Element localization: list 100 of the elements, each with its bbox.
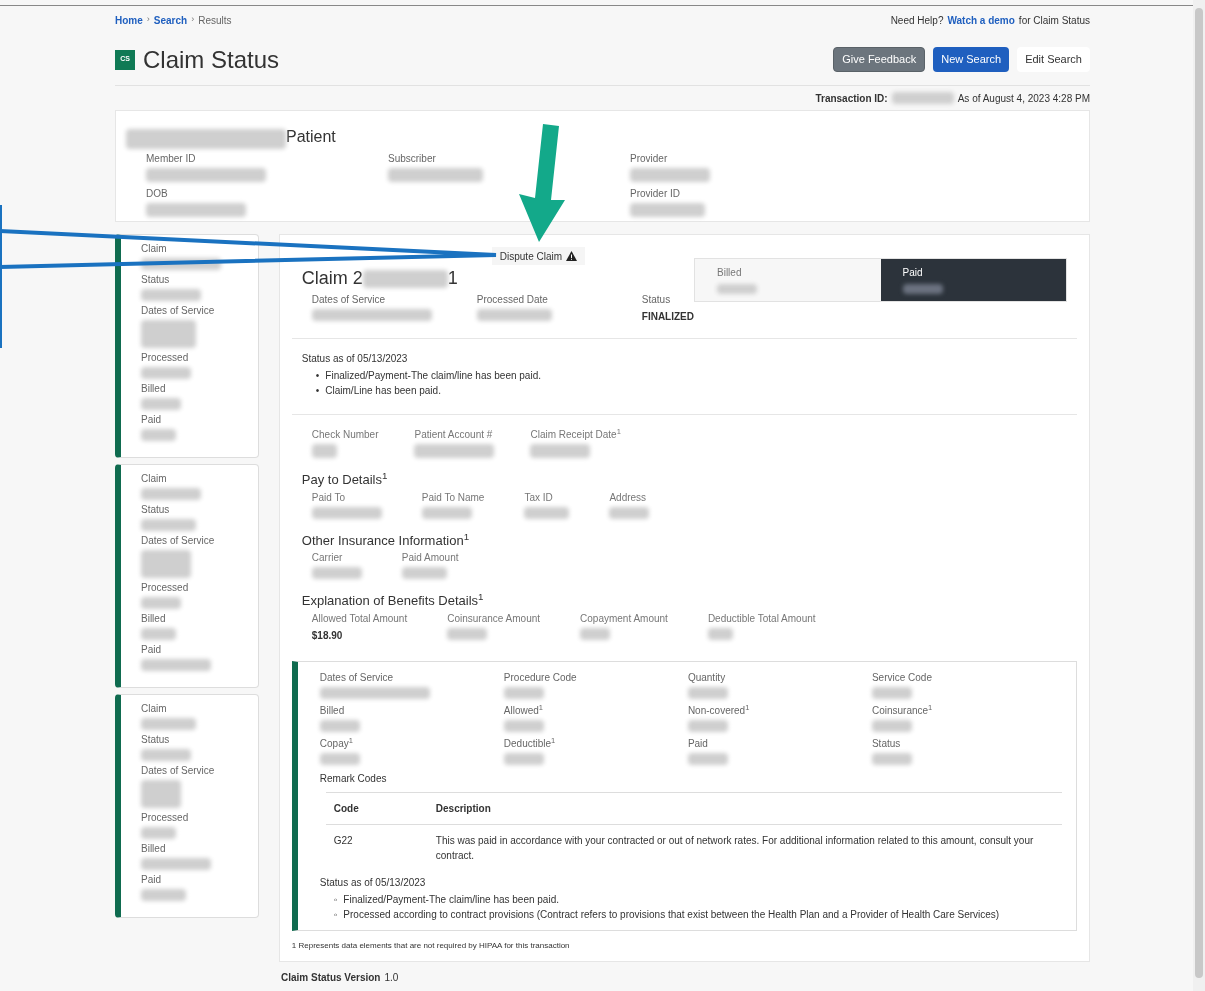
redacted-value — [902, 284, 943, 294]
field-label: Dates of Service — [141, 534, 216, 548]
field-label: Paid To — [311, 490, 346, 505]
field-label: Billed — [141, 612, 167, 626]
version-number: 1.0 — [384, 970, 399, 985]
redacted-value — [401, 567, 447, 579]
field-label: Subscriber — [388, 152, 437, 166]
bullet: ◦ — [333, 907, 338, 922]
redacted-value — [871, 719, 912, 732]
redacted-value — [141, 659, 211, 671]
field-label: Status — [141, 733, 171, 747]
status-item: Claim/Line has been paid. — [325, 384, 441, 398]
field-label: Non-covered$^{1}$ — [687, 702, 751, 718]
remark-heading: Remark Codes — [319, 771, 388, 786]
redacted-value — [687, 686, 728, 699]
amount-value: $18.90 — [311, 628, 344, 643]
total-label: Billed — [717, 266, 743, 280]
redacted-value — [141, 367, 191, 379]
header-button[interactable]: New Search — [933, 47, 1010, 72]
field-label: Copay$^{1}$ — [319, 735, 354, 751]
redacted-value — [141, 749, 191, 761]
redacted-value — [580, 627, 611, 640]
redacted-value — [141, 550, 191, 578]
field-label: Service Code — [871, 670, 933, 685]
field-label: Paid — [141, 413, 162, 427]
status-heading: Status as of 05/13/2023 — [301, 353, 408, 364]
field-label: Deductible Total Amount — [707, 611, 816, 626]
as-of-date: As of August 4, 2023 4:28 PM — [957, 91, 1090, 106]
field-label: Provider ID — [630, 187, 681, 201]
header-button[interactable]: Edit Search — [1017, 47, 1090, 72]
dispute-button[interactable]: Dispute Claim — [491, 247, 586, 265]
field-label: Patient Account # — [414, 428, 494, 442]
redacted-value — [141, 320, 196, 348]
redacted-value — [319, 752, 360, 765]
column-header: Code — [325, 792, 436, 824]
field-label: Dates of Service — [141, 764, 216, 778]
patient-heading: Patient — [286, 127, 336, 147]
demo-link[interactable]: Watch a demo — [947, 12, 1015, 28]
page-title: Claim Status — [143, 44, 280, 75]
breadcrumb-separator: › — [146, 13, 150, 27]
bullet: ◦ — [333, 892, 338, 907]
redacted-value — [141, 289, 201, 301]
field-label: Carrier — [311, 551, 344, 565]
status-heading: Status as of 05/13/2023 — [319, 875, 427, 890]
redacted-value — [141, 780, 181, 808]
field-label: Status — [141, 273, 171, 287]
claim-card[interactable]: Claim Status Dates of Service Processed Billed Paid — [115, 464, 259, 688]
column-header: Description — [435, 792, 1062, 824]
claim-title: Claim 2 — [301, 267, 363, 290]
claim-card[interactable]: Claim Status Dates of Service Processed Billed Paid — [115, 694, 259, 918]
field-label: Billed — [319, 703, 346, 718]
redacted-value — [141, 858, 211, 870]
redacted-value — [141, 597, 181, 609]
field-label: Quantity — [687, 670, 727, 685]
header-button[interactable]: Give Feedback — [833, 47, 926, 72]
transaction-label: Transaction ID: — [815, 91, 888, 106]
field-label: Procedure Code — [503, 670, 578, 685]
field-label: Status — [871, 736, 902, 751]
field-label: Tax ID — [524, 490, 554, 505]
redacted-value — [687, 719, 728, 732]
bullet: • — [315, 384, 320, 398]
redacted-value — [717, 284, 757, 294]
help-text: Need Help? — [890, 13, 944, 28]
field-label: Coinsurance$^{1}$ — [871, 702, 934, 718]
redacted-value — [503, 686, 544, 699]
breadcrumb-separator: › — [191, 13, 195, 27]
table-cell: This was paid in accordance with your contracted or out of network rates. For additional information related to this amount, consult your contract. — [435, 824, 1062, 871]
status-item: Finalized/Payment-The claim/line has been paid. — [325, 369, 541, 383]
field-label: Status — [641, 293, 672, 307]
breadcrumb-link[interactable]: Search — [153, 12, 188, 28]
field-label: Provider — [630, 152, 669, 166]
status-item: Finalized/Payment-The claim/line has been paid. — [343, 892, 559, 907]
redacted-value — [530, 444, 591, 458]
field-label: Billed — [141, 382, 167, 396]
redacted-value — [141, 488, 201, 500]
field-label: Processed — [141, 351, 190, 365]
redacted-value — [311, 444, 337, 458]
redacted-value — [871, 752, 912, 765]
status-item: Processed according to contract provisions (Contract refers to provisions that exist between the Health Plan and a Provider of Health Care Services) — [343, 907, 1000, 922]
field-label: Copayment Amount — [580, 611, 668, 626]
breadcrumb-current: Results — [198, 13, 232, 28]
field-label: Allowed Total Amount — [311, 611, 408, 626]
field-label: Address — [609, 490, 648, 505]
help-text: for Claim Status — [1018, 13, 1090, 28]
redacted-value — [141, 398, 181, 410]
total-label: Paid — [902, 266, 924, 280]
field-label: Deductible$^{1}$ — [503, 735, 557, 751]
field-label: Processed — [141, 581, 190, 595]
redacted-value — [503, 719, 544, 732]
warning-icon — [566, 251, 578, 261]
breadcrumb-link[interactable]: Home — [115, 12, 143, 28]
claim-card[interactable]: Claim Status Dates of Service Processed Billed Paid — [115, 234, 259, 458]
redacted-value — [141, 718, 196, 730]
redacted-value — [503, 752, 544, 765]
claim-title: 1 — [447, 267, 458, 290]
field-label: Dates of Service — [141, 304, 216, 318]
redacted-value — [421, 506, 472, 519]
field-label: Paid — [141, 873, 162, 887]
redacted-value — [311, 506, 382, 519]
field-label: Billed — [141, 842, 167, 856]
